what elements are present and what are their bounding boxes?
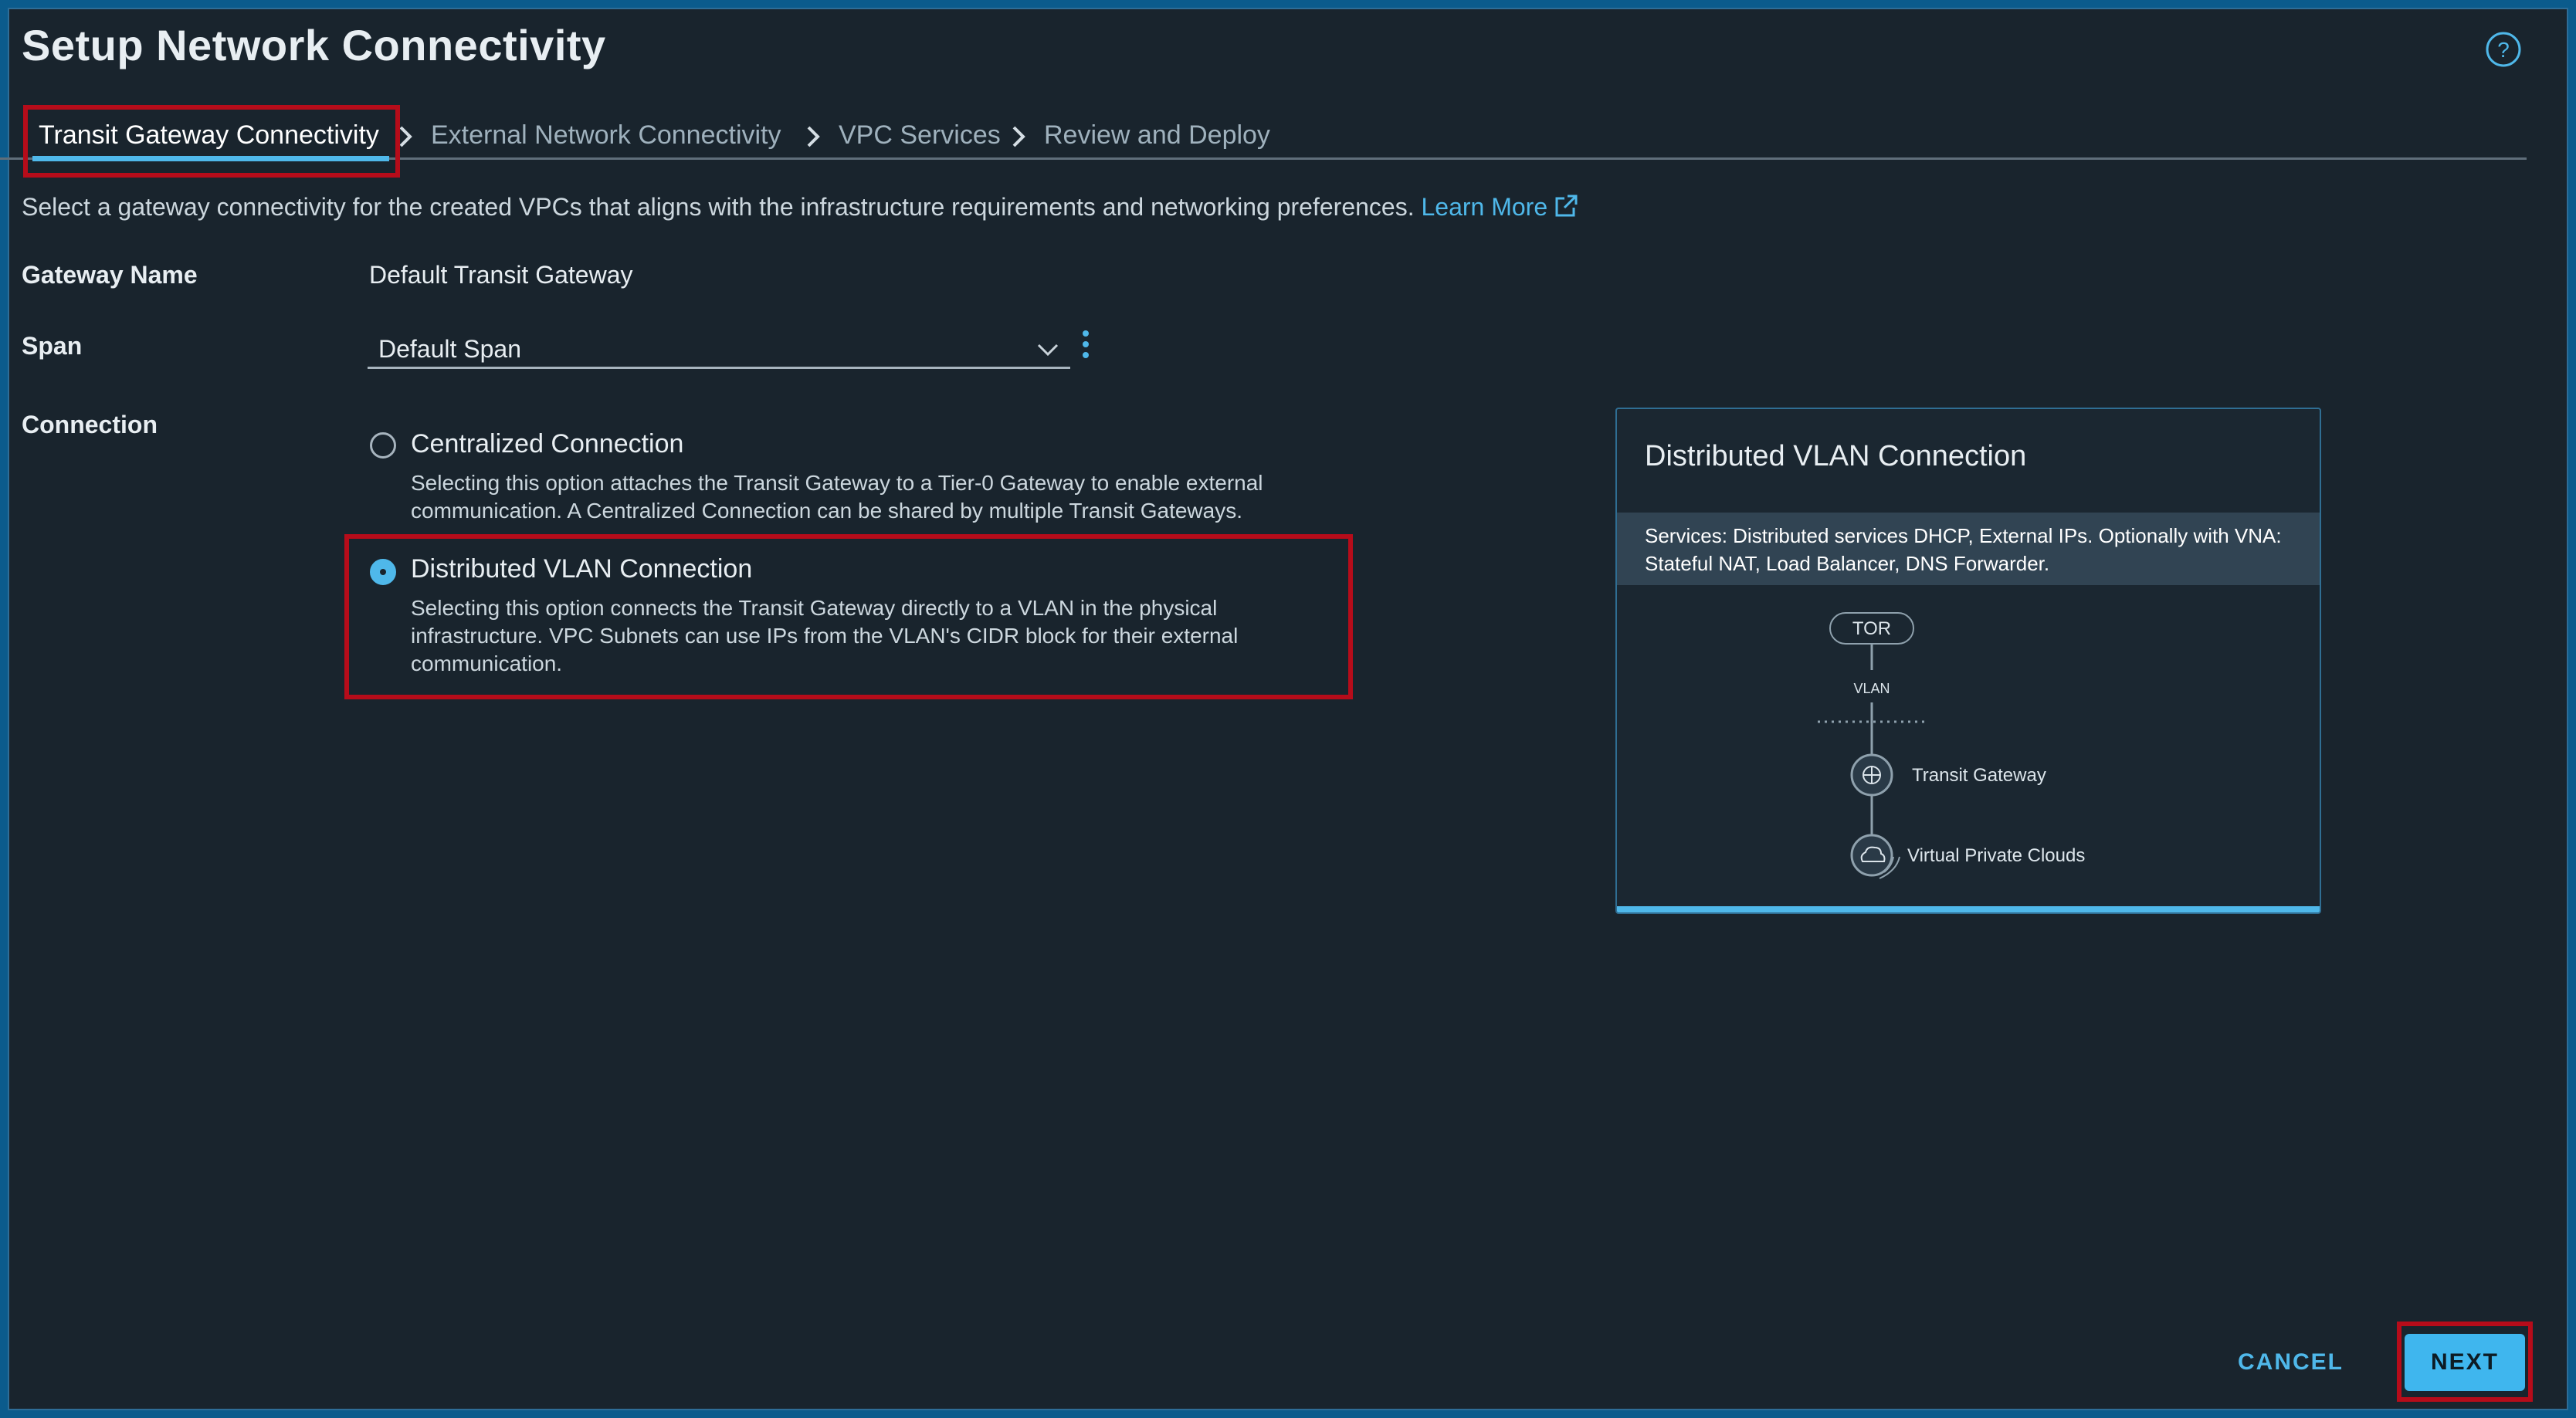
highlight-box-active-step bbox=[23, 105, 400, 178]
highlight-box-next-button bbox=[2397, 1322, 2533, 1402]
transit-gateway-label: Transit Gateway bbox=[1912, 765, 2046, 786]
intro-description: Select a gateway connectivity for the cr… bbox=[22, 193, 1578, 222]
step-review-and-deploy[interactable]: Review and Deploy bbox=[1044, 120, 1270, 151]
topology-diagram: TOR VLAN Transit Gateway Virtual Private… bbox=[1818, 612, 2085, 879]
chevron-right-icon bbox=[1012, 126, 1025, 147]
cancel-button[interactable]: CANCEL bbox=[2238, 1349, 2344, 1376]
svg-text:?: ? bbox=[2497, 38, 2510, 62]
connection-preview-panel: Distributed VLAN Connection Services: Di… bbox=[1615, 408, 2321, 914]
connection-label: Connection bbox=[22, 411, 158, 438]
cloud-icon bbox=[1850, 834, 1893, 877]
gateway-name-value: Default Transit Gateway bbox=[369, 261, 633, 289]
page-title: Setup Network Connectivity bbox=[22, 21, 606, 69]
help-icon[interactable]: ? bbox=[2485, 31, 2522, 68]
chevron-right-icon bbox=[807, 126, 820, 147]
step-external-network-connectivity[interactable]: External Network Connectivity bbox=[431, 120, 781, 151]
panel-bottom-bar bbox=[1617, 906, 2320, 912]
more-options-icon[interactable] bbox=[1080, 327, 1092, 367]
centralized-connection-radio[interactable] bbox=[370, 432, 396, 459]
external-link-icon[interactable] bbox=[1554, 194, 1578, 218]
tor-label: TOR bbox=[1852, 618, 1891, 639]
centralized-connection-desc: Selecting this option attaches the Trans… bbox=[411, 471, 1263, 523]
highlight-box-selected-option bbox=[344, 534, 1353, 699]
vlan-label: VLAN bbox=[1853, 681, 1890, 696]
gateway-name-label: Gateway Name bbox=[22, 261, 198, 289]
span-select-value: Default Span bbox=[378, 335, 522, 363]
intro-text: Select a gateway connectivity for the cr… bbox=[22, 193, 1415, 221]
span-select[interactable]: Default Span bbox=[368, 330, 1070, 369]
span-label: Span bbox=[22, 332, 83, 360]
centralized-connection-title[interactable]: Centralized Connection bbox=[411, 429, 683, 459]
step-vpc-services[interactable]: VPC Services bbox=[839, 120, 1001, 151]
chevron-down-icon bbox=[1037, 344, 1059, 357]
learn-more-link[interactable]: Learn More bbox=[1421, 193, 1547, 221]
vpc-label: Virtual Private Clouds bbox=[1907, 845, 2085, 866]
